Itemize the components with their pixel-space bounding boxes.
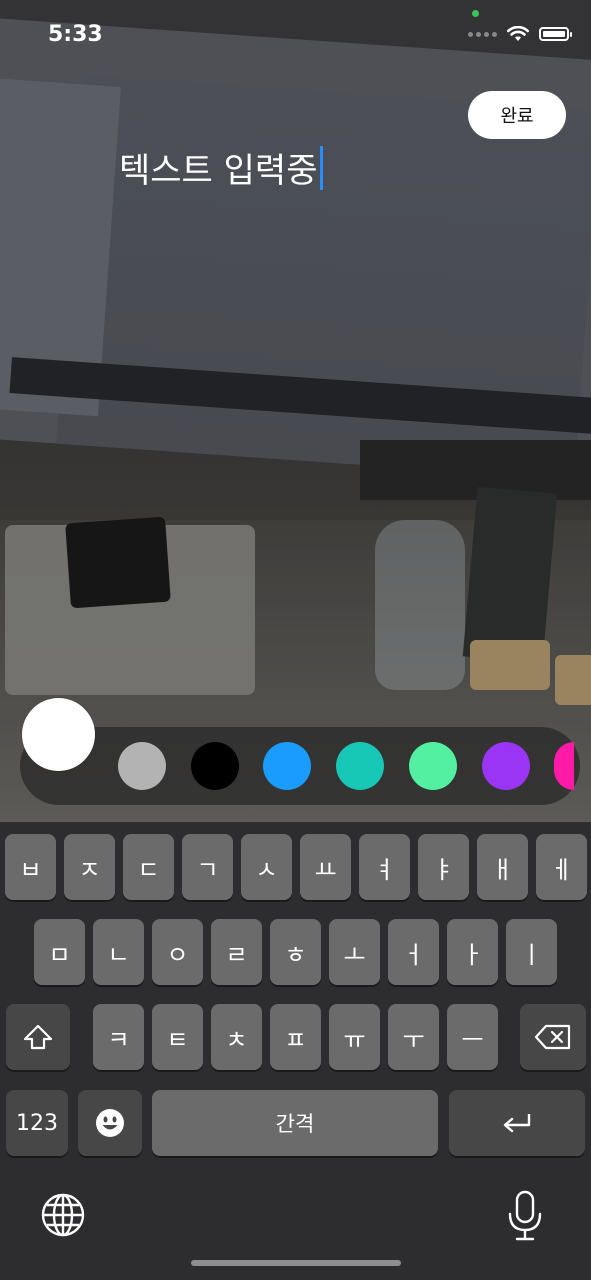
wifi-icon bbox=[507, 26, 529, 41]
key-row2-6[interactable]: ㅓ bbox=[388, 919, 439, 985]
shift-key[interactable] bbox=[6, 1004, 70, 1070]
key-row3-3[interactable]: ㅍ bbox=[270, 1004, 321, 1070]
return-icon bbox=[503, 1114, 531, 1133]
emoji-key[interactable] bbox=[78, 1090, 142, 1156]
key-row2-4[interactable]: ㅎ bbox=[270, 919, 321, 985]
key-row1-8[interactable]: ㅐ bbox=[477, 834, 528, 900]
backspace-icon bbox=[534, 1024, 571, 1050]
status-bar: 5:33 bbox=[0, 0, 591, 72]
camera-in-use-indicator bbox=[472, 10, 479, 17]
home-indicator[interactable] bbox=[191, 1260, 401, 1266]
key-row2-8[interactable]: ㅣ bbox=[506, 919, 557, 985]
key-row1-9[interactable]: ㅔ bbox=[536, 834, 587, 900]
key-row1-3[interactable]: ㄱ bbox=[182, 834, 233, 900]
space-key[interactable]: 간격 bbox=[152, 1090, 438, 1156]
color-swatch-4[interactable] bbox=[408, 742, 457, 790]
globe-button[interactable] bbox=[40, 1192, 92, 1244]
key-row3-2[interactable]: ㅊ bbox=[211, 1004, 262, 1070]
key-row3-4[interactable]: ㅠ bbox=[329, 1004, 380, 1070]
globe-icon bbox=[41, 1193, 85, 1237]
key-row1-2[interactable]: ㄷ bbox=[123, 834, 174, 900]
key-row3-5[interactable]: ㅜ bbox=[388, 1004, 439, 1070]
key-row2-1[interactable]: ㄴ bbox=[93, 919, 144, 985]
status-icons bbox=[468, 26, 572, 42]
cellular-signal-icon bbox=[468, 31, 497, 37]
key-row2-3[interactable]: ㄹ bbox=[211, 919, 262, 985]
key-row2-0[interactable]: ㅁ bbox=[34, 919, 85, 985]
key-row1-1[interactable]: ㅈ bbox=[64, 834, 115, 900]
delete-key[interactable] bbox=[520, 1004, 586, 1070]
key-row1-7[interactable]: ㅑ bbox=[418, 834, 469, 900]
selected-color-swatch[interactable] bbox=[22, 698, 95, 771]
color-swatch-3[interactable] bbox=[336, 742, 385, 790]
key-row1-0[interactable]: ㅂ bbox=[5, 834, 56, 900]
status-time: 5:33 bbox=[48, 22, 103, 47]
dictation-button[interactable] bbox=[503, 1190, 547, 1246]
key-row2-2[interactable]: ㅇ bbox=[152, 919, 203, 985]
key-row3-0[interactable]: ㅋ bbox=[93, 1004, 144, 1070]
color-swatch-1[interactable] bbox=[190, 742, 239, 790]
key-row1-6[interactable]: ㅕ bbox=[359, 834, 410, 900]
key-row2-5[interactable]: ㅗ bbox=[329, 919, 380, 985]
numbers-key[interactable]: 123 bbox=[6, 1090, 68, 1156]
text-input-overlay[interactable]: 텍스트 입력중 bbox=[119, 143, 323, 192]
color-swatch-5[interactable] bbox=[481, 742, 530, 790]
key-row1-5[interactable]: ㅛ bbox=[300, 834, 351, 900]
color-swatch-0[interactable] bbox=[118, 742, 166, 790]
key-row3-1[interactable]: ㅌ bbox=[152, 1004, 203, 1070]
key-row2-7[interactable]: ㅏ bbox=[447, 919, 498, 985]
battery-icon bbox=[539, 27, 572, 41]
emoji-icon bbox=[96, 1109, 124, 1137]
shift-icon bbox=[23, 1024, 53, 1050]
key-row3-6[interactable]: ㅡ bbox=[447, 1004, 498, 1070]
text-input-value: 텍스트 입력중 bbox=[119, 151, 318, 191]
text-caret bbox=[319, 145, 323, 190]
key-row1-4[interactable]: ㅅ bbox=[241, 834, 292, 900]
return-key[interactable] bbox=[449, 1090, 585, 1156]
done-button[interactable]: 완료 bbox=[468, 91, 566, 139]
microphone-icon bbox=[508, 1190, 542, 1241]
